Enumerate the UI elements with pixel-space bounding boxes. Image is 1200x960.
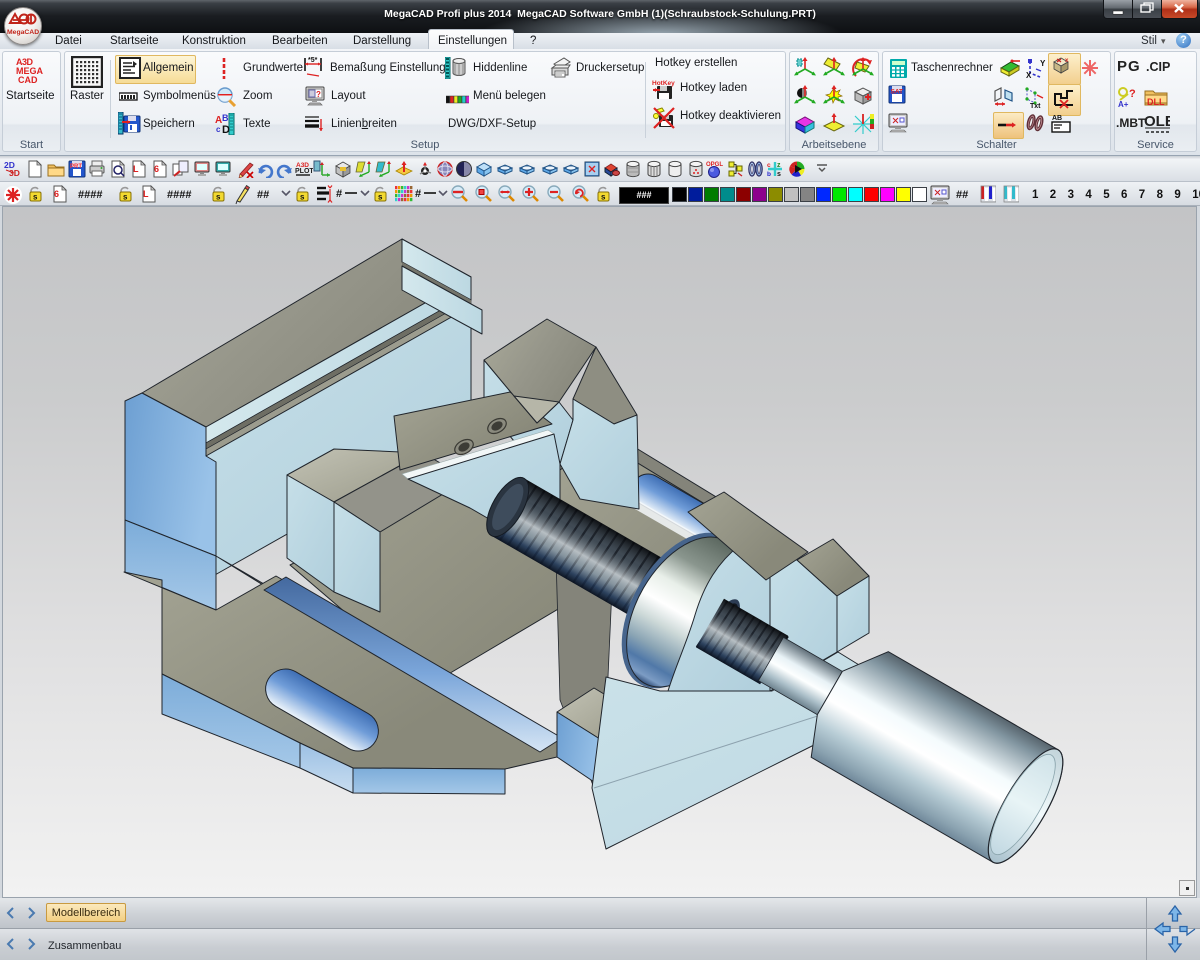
svg-text:c: c xyxy=(767,162,771,169)
svg-text:6: 6 xyxy=(54,189,59,199)
svg-text:s: s xyxy=(216,193,221,202)
svg-text:#: # xyxy=(415,188,421,200)
svg-text:*5*: *5* xyxy=(308,57,318,64)
svg-text:6: 6 xyxy=(154,164,159,174)
svg-text:PLOT: PLOT xyxy=(295,168,313,175)
svg-text:L: L xyxy=(143,189,149,199)
svg-text:D: D xyxy=(222,124,230,135)
svg-text:s: s xyxy=(378,193,383,202)
svg-text:#: # xyxy=(336,188,342,200)
svg-text:L: L xyxy=(133,164,139,174)
svg-text:HotKey: HotKey xyxy=(652,80,675,87)
svg-text:PRT: PRT xyxy=(70,164,82,170)
svg-text:OLE: OLE xyxy=(1144,113,1170,130)
svg-text:b: b xyxy=(767,171,771,178)
svg-text:SAT: SAT xyxy=(891,89,904,96)
svg-text:?: ? xyxy=(316,90,321,99)
svg-text:s: s xyxy=(601,193,606,202)
svg-text:CAD: CAD xyxy=(18,75,38,84)
svg-text:Y: Y xyxy=(1040,59,1046,68)
svg-text:3D: 3D xyxy=(9,168,20,178)
svg-text:AB: AB xyxy=(1052,115,1062,122)
svg-text:MegaCAD: MegaCAD xyxy=(7,29,39,36)
svg-text:####: #### xyxy=(78,189,102,201)
svg-text:s: s xyxy=(123,193,128,202)
svg-text:c: c xyxy=(216,125,221,134)
svg-text:####: #### xyxy=(167,189,191,201)
svg-text:##: ## xyxy=(257,189,269,201)
svg-text:s: s xyxy=(33,193,38,202)
svg-text:DLL: DLL xyxy=(1147,97,1165,107)
svg-text:x: x xyxy=(1065,58,1069,64)
svg-text:s: s xyxy=(777,171,781,178)
svg-text:Txt: Txt xyxy=(1030,103,1041,109)
svg-text:s: s xyxy=(300,193,305,202)
svg-text:B: B xyxy=(222,113,229,123)
svg-text:?: ? xyxy=(1129,88,1136,100)
svg-text:A+: A+ xyxy=(1118,100,1129,108)
svg-text:z: z xyxy=(777,162,781,169)
svg-text:X: X xyxy=(1026,71,1032,79)
